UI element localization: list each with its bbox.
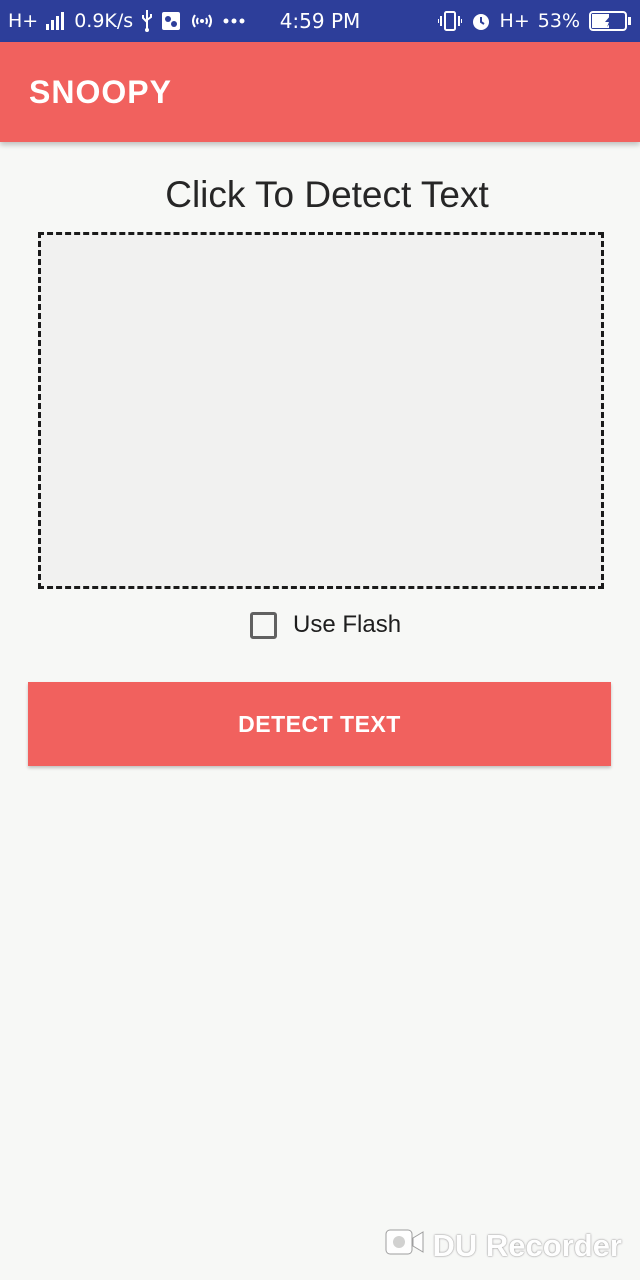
page-title: Click To Detect Text [165,174,489,215]
use-flash-label[interactable]: Use Flash [293,611,401,639]
more-dots-icon [223,18,245,24]
notification-icon [161,11,181,31]
app-title: SNOOPY [29,74,172,110]
detect-text-button[interactable]: DETECT TEXT [28,682,611,766]
hotspot-icon [189,12,215,30]
watermark-text: DU Recorder [432,1228,623,1263]
use-flash-option[interactable]: Use Flash [250,608,401,642]
status-left-group: H+ 0.9K/s [8,0,253,42]
alarm-icon [470,10,492,32]
battery-charging-icon [588,10,632,32]
recorder-watermark: DU Recorder [385,1228,623,1264]
status-bar: H+ 0.9K/s 4:59 PM H+ 53% [0,0,640,42]
status-right-group: H+ 53% [430,0,632,42]
network-type-left: H+ [8,10,39,32]
camera-preview-area[interactable] [38,232,604,589]
vibrate-icon [437,11,462,31]
video-camera-icon [385,1228,433,1264]
use-flash-checkbox[interactable] [250,611,277,639]
signal-icon [46,12,66,30]
battery-percent: 53% [537,10,580,32]
network-type-right: H+ [499,10,530,32]
app-bar: SNOOPY [0,42,640,142]
usb-icon [141,10,153,32]
network-speed: 0.9K/s [74,10,134,32]
